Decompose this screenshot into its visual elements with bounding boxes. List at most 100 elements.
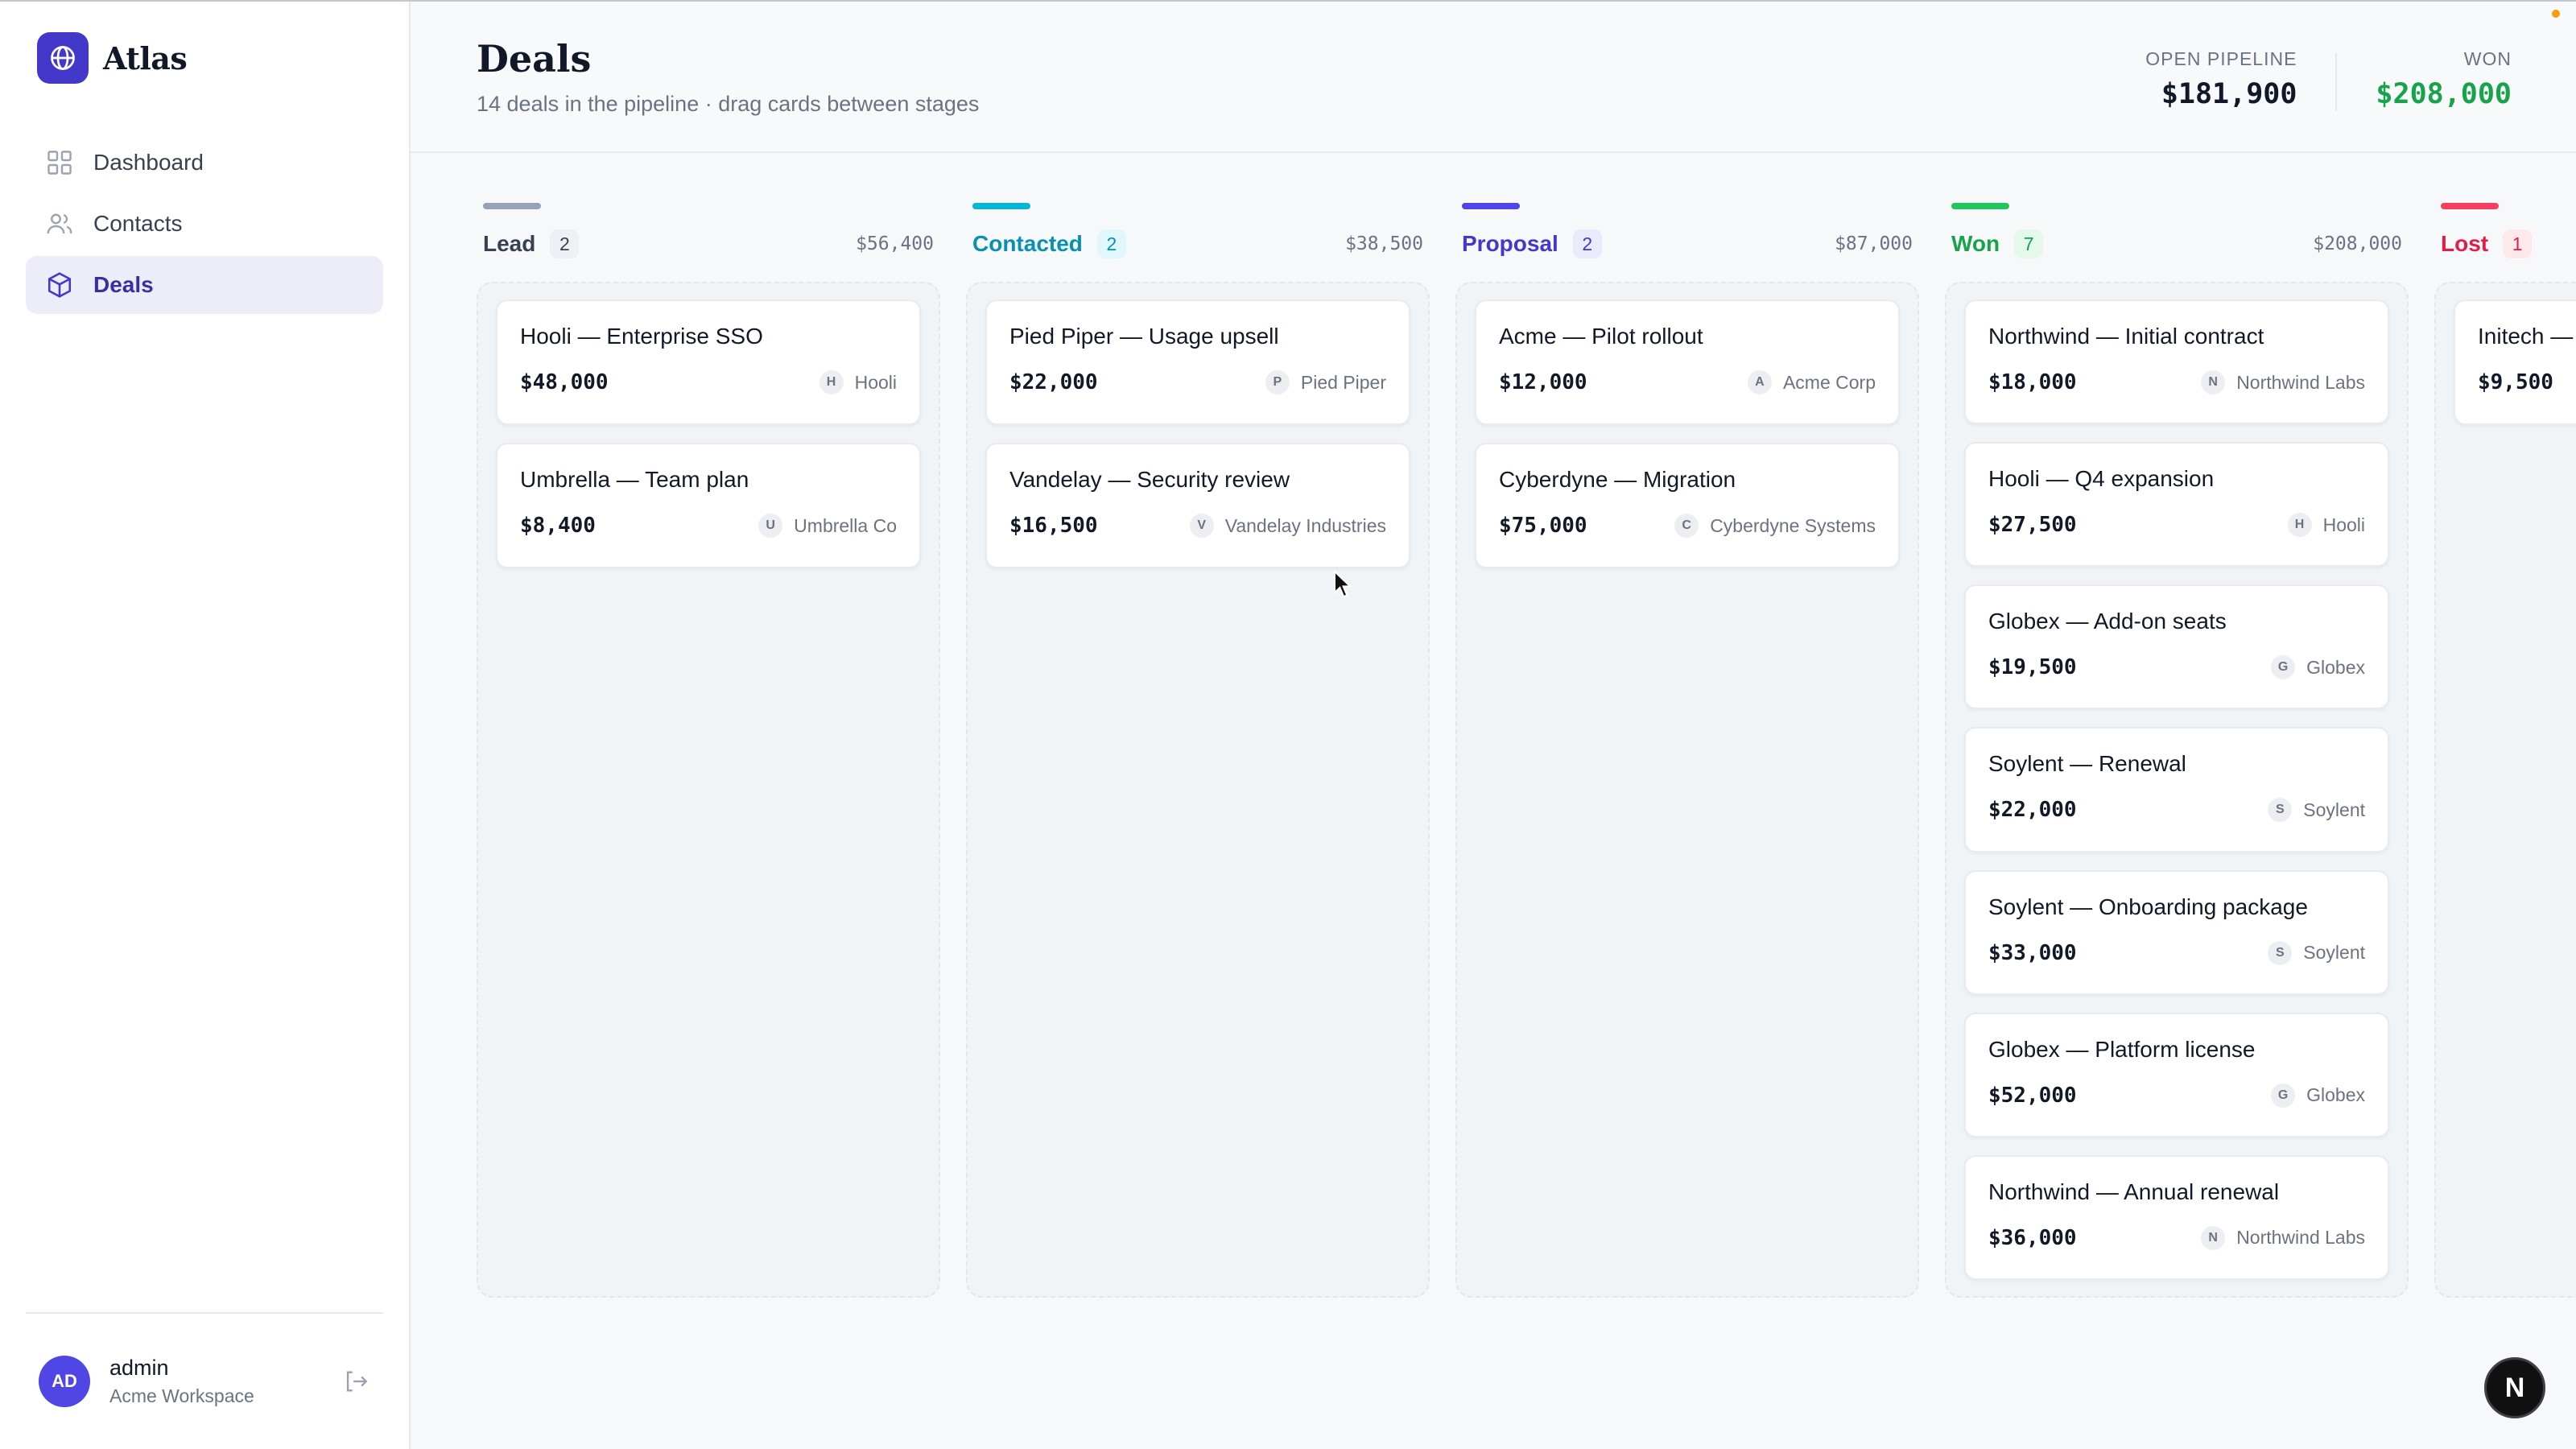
column-count-badge: 1 <box>2503 229 2533 258</box>
company-name: Pied Piper <box>1300 371 1386 393</box>
company-initial-badge: C <box>1674 514 1699 538</box>
globe-icon <box>37 32 89 84</box>
deal-meta: $19,500 G Globex <box>1988 655 2365 680</box>
deal-title: Initech — <box>2478 324 2574 349</box>
deal-company: G Globex <box>2271 655 2365 680</box>
sidebar-nav: Dashboard Contacts Deals <box>26 134 383 314</box>
company-name: Soylent <box>2303 942 2365 964</box>
company-initial-badge: G <box>2271 1083 2296 1108</box>
deal-meta: $8,400 U Umbrella Co <box>520 514 897 538</box>
sidebar-item-contacts[interactable]: Contacts <box>26 195 383 253</box>
deal-company: U Umbrella Co <box>758 514 897 538</box>
column-header: Won 7 $208,000 <box>1945 224 2409 264</box>
deal-meta: $16,500 V Vandelay Industries <box>1009 514 1386 538</box>
company-name: Northwind Labs <box>2236 371 2365 393</box>
deal-company: N Northwind Labs <box>2201 370 2365 394</box>
deal-card[interactable]: Hooli — Enterprise SSO $48,000 H Hooli <box>496 299 921 425</box>
column-drop-zone[interactable]: Acme — Pilot rollout $12,000 A Acme Corp Cyb… <box>1455 282 1919 1298</box>
deal-card[interactable]: Soylent — Renewal $22,000 S Soylent <box>1964 727 2389 852</box>
sidebar-item-dashboard[interactable]: Dashboard <box>26 134 383 192</box>
column-total: $38,500 <box>1345 233 1423 254</box>
kanban-board: Lead 2 $56,400 Hooli — Enterprise SSO $48,00… <box>477 203 2576 1298</box>
company-initial-badge: H <box>819 370 844 394</box>
deal-company: H Hooli <box>819 370 897 394</box>
column-won: Won 7 $208,000 Northwind — Initial contract… <box>1945 203 2409 1298</box>
company-name: Umbrella Co <box>794 514 897 536</box>
deal-company: G Globex <box>2271 1083 2365 1108</box>
deal-meta: $22,000 P Pied Piper <box>1009 370 1386 394</box>
deal-title: Soylent — Renewal <box>1988 751 2186 777</box>
deal-card[interactable]: Cyberdyne — Migration $75,000 C Cyberdyne S… <box>1475 443 1900 568</box>
sidebar-item-label: Dashboard <box>93 150 204 175</box>
column-drop-zone[interactable]: Pied Piper — Usage upsell $22,000 P Pied Pi… <box>966 282 1430 1298</box>
stat-divider <box>2335 53 2338 111</box>
sidebar: Atlas Dashboard Contacts Deals AD admin … <box>0 2 411 1449</box>
deal-title: Northwind — Initial contract <box>1988 324 2264 349</box>
deal-company: C Cyberdyne Systems <box>1674 514 1876 538</box>
column-total: $208,000 <box>2313 233 2402 254</box>
avatar[interactable]: AD <box>39 1356 90 1407</box>
deal-card[interactable]: Pied Piper — Usage upsell $22,000 P Pied Pi… <box>985 299 1410 425</box>
company-initial-badge: P <box>1265 370 1290 394</box>
deal-card[interactable]: Globex — Platform license $52,000 G Globex <box>1964 1012 2389 1137</box>
company-initial-badge: V <box>1189 514 1214 538</box>
deal-company: A Acme Corp <box>1747 370 1876 394</box>
grid-icon <box>45 148 74 177</box>
users-icon <box>45 209 74 238</box>
column-name: Lead <box>483 231 536 256</box>
deal-company: P Pied Piper <box>1265 370 1386 394</box>
deal-amount: $48,000 <box>520 370 609 394</box>
deal-amount: $22,000 <box>1009 370 1098 394</box>
deal-card[interactable]: Soylent — Onboarding package $33,000 S Soyl… <box>1964 869 2389 995</box>
deal-card[interactable]: Northwind — Initial contract $18,000 N Nort… <box>1964 299 2389 425</box>
column-drop-zone[interactable]: Initech — $9,500 <box>2434 282 2576 1298</box>
company-name: Soylent <box>2303 799 2365 820</box>
deal-title: Hooli — Q4 expansion <box>1988 466 2215 492</box>
page-title: Deals <box>477 37 592 80</box>
sidebar-item-deals[interactable]: Deals <box>26 256 383 314</box>
column-count-badge: 2 <box>550 229 580 258</box>
deal-card[interactable]: Umbrella — Team plan $8,400 U Umbrella Co <box>496 443 921 568</box>
column-drop-zone[interactable]: Hooli — Enterprise SSO $48,000 H Hooli Umbre… <box>477 282 940 1298</box>
deal-title: Soylent — Onboarding package <box>1988 894 2308 919</box>
deal-amount: $27,500 <box>1988 513 2077 538</box>
deal-amount: $9,500 <box>2478 370 2553 394</box>
deal-meta: $33,000 S Soylent <box>1988 940 2365 965</box>
deal-card[interactable]: Globex — Add-on seats $19,500 G Globex <box>1964 584 2389 710</box>
deal-amount: $75,000 <box>1499 514 1587 538</box>
page-subtitle: 14 deals in the pipeline · drag cards be… <box>477 92 980 116</box>
deal-amount: $22,000 <box>1988 798 2077 823</box>
deal-meta: $48,000 H Hooli <box>520 370 897 394</box>
column-name: Contacted <box>972 231 1083 256</box>
column-color-bar <box>2441 203 2499 209</box>
company-initial-badge: N <box>2201 1225 2226 1250</box>
column-total: $87,000 <box>1835 233 1913 254</box>
deal-meta: $9,500 <box>2478 370 2576 394</box>
deal-amount: $18,000 <box>1988 370 2077 394</box>
company-name: Northwind Labs <box>2236 1227 2365 1249</box>
deal-title: Vandelay — Security review <box>1009 467 1290 492</box>
brand[interactable]: Atlas <box>26 2 383 114</box>
deal-meta: $36,000 N Northwind Labs <box>1988 1225 2365 1250</box>
company-name: Globex <box>2306 1084 2365 1106</box>
deal-card[interactable]: Northwind — Annual renewal $36,000 N Northw… <box>1964 1154 2389 1280</box>
deal-title: Pied Piper — Usage upsell <box>1009 324 1279 349</box>
column-header: Lost 1 <box>2434 224 2576 264</box>
user-name: admin <box>109 1356 169 1380</box>
deal-card[interactable]: Initech — $9,500 <box>2454 299 2576 425</box>
deal-company: S Soylent <box>2268 940 2365 965</box>
sidebar-item-label: Deals <box>93 272 154 297</box>
assistant-button[interactable]: N <box>2484 1357 2545 1418</box>
deal-card[interactable]: Hooli — Q4 expansion $27,500 H Hooli <box>1964 442 2389 568</box>
deal-title: Umbrella — Team plan <box>520 467 749 492</box>
brand-name: Atlas <box>103 39 188 76</box>
column-name: Proposal <box>1462 231 1558 256</box>
column-drop-zone[interactable]: Northwind — Initial contract $18,000 N Nort… <box>1945 282 2409 1298</box>
deal-card[interactable]: Acme — Pilot rollout $12,000 A Acme Corp <box>1475 299 1900 425</box>
column-count-badge: 7 <box>2014 229 2044 258</box>
company-initial-badge: S <box>2268 940 2293 965</box>
page-header: Deals 14 deals in the pipeline · drag ca… <box>411 2 2576 153</box>
logout-icon[interactable] <box>340 1365 372 1397</box>
deal-card[interactable]: Vandelay — Security review $16,500 V Vandel… <box>985 443 1410 568</box>
